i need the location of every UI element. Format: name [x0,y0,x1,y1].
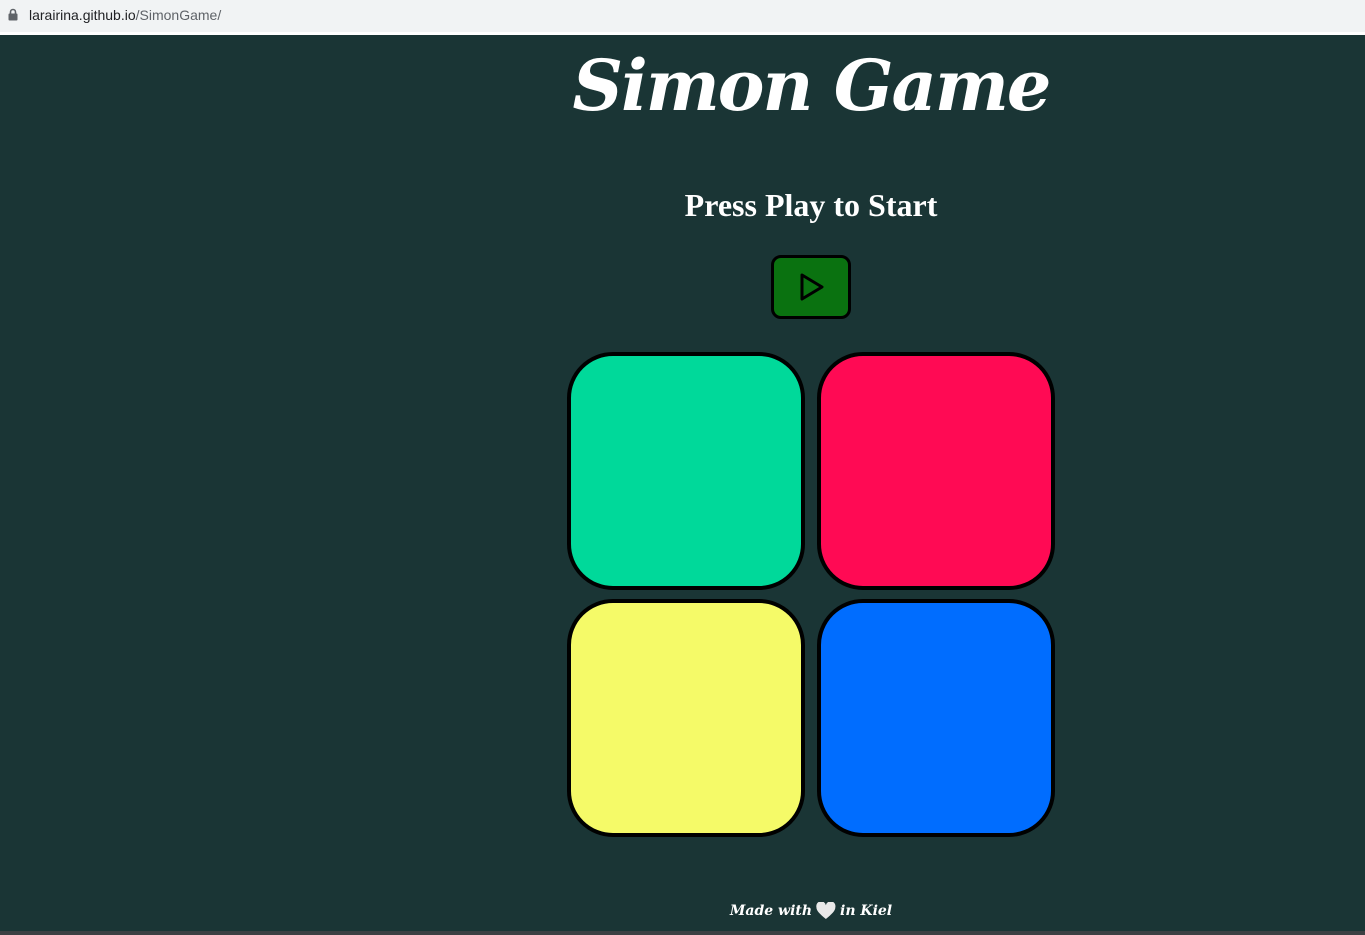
url-path: /SimonGame/ [135,7,222,23]
page-title: Simon Game [572,44,1052,127]
play-icon [800,273,824,301]
red-pad[interactable] [817,352,1055,590]
play-button[interactable] [771,255,851,319]
browser-address-bar[interactable]: larairina.github.io/SimonGame/ [0,0,1365,35]
game-page: Simon Game Press Play to Start Made with… [0,35,1365,931]
yellow-pad[interactable] [567,599,805,837]
blue-pad[interactable] [817,599,1055,837]
green-pad[interactable] [567,352,805,590]
url-text[interactable]: larairina.github.io/SimonGame/ [29,6,221,24]
url-host: larairina.github.io [29,7,136,23]
heart-icon [816,902,836,919]
footer-credit: Made with in Kiel [730,900,892,922]
lock-icon [8,8,18,21]
footer-prefix: Made with [729,903,813,919]
footer-suffix: in Kiel [840,903,893,919]
window-bottom-edge [0,931,1365,935]
game-status: Press Play to Start [684,187,938,223]
